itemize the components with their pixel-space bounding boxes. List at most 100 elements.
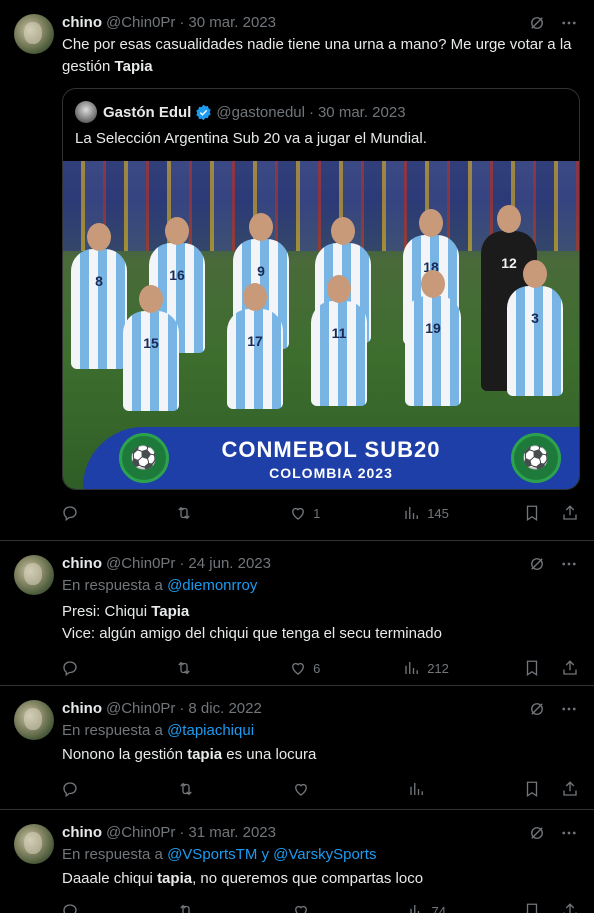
player: 15 — [123, 285, 179, 411]
retweet-icon — [175, 504, 193, 522]
reply-to-link[interactable]: @diemonrroy — [167, 577, 257, 594]
bookmark-icon — [523, 504, 541, 522]
view-count: 74 — [431, 903, 446, 913]
tweet-date[interactable]: 24 jun. 2023 — [188, 553, 271, 575]
retweet-button[interactable] — [177, 902, 217, 913]
reply-to-link[interactable]: @tapiachiqui — [167, 722, 254, 739]
tweet[interactable]: chino @Chin0Pr · 30 mar. 2023 Che por es… — [0, 0, 594, 541]
quote-date: 30 mar. 2023 — [317, 103, 406, 121]
like-button[interactable]: 1 — [289, 504, 329, 522]
views-icon — [403, 504, 421, 522]
share-icon — [561, 902, 579, 913]
tweet-text-part: , no queremos que compartas loco — [192, 870, 424, 887]
author-name[interactable]: chino — [62, 12, 102, 34]
reply-button[interactable] — [61, 659, 101, 677]
reply-button[interactable] — [61, 902, 101, 913]
quote-author-handle: @gastonedul — [216, 103, 305, 121]
reply-to-link[interactable]: @VSportsTM y @VarskySports — [167, 846, 376, 863]
reply-button[interactable] — [61, 504, 101, 522]
share-button[interactable] — [561, 659, 579, 677]
reply-context: En respuesta a @diemonrroy — [62, 575, 578, 597]
separator: · — [179, 824, 185, 841]
grok-icon[interactable] — [528, 824, 546, 842]
avatar[interactable] — [14, 824, 54, 864]
author-handle[interactable]: @Chin0Pr — [106, 822, 175, 844]
like-button[interactable] — [292, 780, 332, 798]
author-name[interactable]: chino — [62, 822, 102, 844]
share-button[interactable] — [561, 902, 579, 913]
avatar[interactable] — [14, 700, 54, 740]
reply-prefix: En respuesta a — [62, 846, 168, 863]
bookmark-icon — [523, 780, 541, 798]
reply-button[interactable] — [61, 780, 101, 798]
bookmark-button[interactable] — [523, 902, 541, 913]
tweet-text-part: Daaale chiqui — [62, 870, 158, 887]
share-icon — [561, 780, 579, 798]
heart-icon — [289, 659, 307, 677]
view-count: 212 — [427, 660, 449, 676]
reply-icon — [61, 780, 79, 798]
retweet-icon — [177, 902, 195, 913]
player: 19 — [405, 270, 461, 406]
jersey-number: 8 — [95, 273, 103, 289]
reply-icon — [61, 504, 79, 522]
more-icon[interactable] — [560, 14, 578, 32]
tweet-text-line: Vice: algún amigo del chiqui que tenga e… — [62, 625, 442, 642]
separator: · — [308, 103, 314, 121]
tweet-text-highlight: tapia — [187, 746, 223, 763]
author-handle[interactable]: @Chin0Pr — [106, 12, 175, 34]
tweet-text-highlight: Tapia — [151, 603, 190, 620]
grok-icon[interactable] — [528, 14, 546, 32]
avatar[interactable] — [14, 14, 54, 54]
separator: · — [179, 700, 185, 717]
retweet-button[interactable] — [175, 659, 215, 677]
tweet-text-part: Presi: Chiqui — [62, 603, 152, 620]
tweet[interactable]: chino @Chin0Pr · 8 dic. 2022 En respuest… — [0, 686, 594, 810]
like-button[interactable]: 6 — [289, 659, 329, 677]
bookmark-button[interactable] — [523, 504, 541, 522]
tweet-text: Nonono la gestión tapia es una locura — [62, 744, 578, 766]
views-button[interactable]: 74 — [408, 902, 448, 913]
share-icon — [561, 504, 579, 522]
quoted-tweet[interactable]: Gastón Edul @gastonedul · 30 mar. 2023 L… — [62, 88, 580, 490]
player: 17 — [227, 283, 283, 409]
tweet-date[interactable]: 30 mar. 2023 — [188, 12, 276, 34]
tweet-date[interactable]: 31 mar. 2023 — [188, 822, 276, 844]
heart-icon — [292, 902, 310, 913]
tweet-date[interactable]: 8 dic. 2022 — [188, 698, 261, 720]
avatar[interactable] — [14, 555, 54, 595]
team-photo[interactable]: 8 16 9 18 12 15 17 11 19 3 CONMEBOL SUB2… — [63, 161, 579, 489]
retweet-button[interactable] — [175, 504, 215, 522]
share-button[interactable] — [561, 504, 579, 522]
author-handle[interactable]: @Chin0Pr — [106, 553, 175, 575]
author-name[interactable]: chino — [62, 553, 102, 575]
retweet-button[interactable] — [177, 780, 217, 798]
share-button[interactable] — [561, 780, 579, 798]
more-icon[interactable] — [560, 824, 578, 842]
tweet-text: Presi: Chiqui Tapia — [62, 601, 578, 623]
reply-context: En respuesta a @VSportsTM y @VarskySport… — [62, 844, 578, 866]
more-icon[interactable] — [560, 555, 578, 573]
like-count: 1 — [313, 505, 321, 521]
bookmark-button[interactable] — [523, 780, 541, 798]
reply-icon — [61, 902, 79, 913]
tweet[interactable]: chino @Chin0Pr · 31 mar. 2023 En respues… — [0, 810, 594, 913]
player: 11 — [311, 275, 367, 406]
jersey-number: 11 — [331, 325, 347, 341]
views-button[interactable]: 145 — [403, 504, 449, 522]
author-handle[interactable]: @Chin0Pr — [106, 698, 175, 720]
author-name[interactable]: chino — [62, 698, 102, 720]
views-button[interactable]: 212 — [403, 659, 449, 677]
retweet-icon — [177, 780, 195, 798]
views-icon — [403, 659, 421, 677]
like-button[interactable] — [292, 902, 332, 913]
views-button[interactable] — [408, 780, 448, 798]
grok-icon[interactable] — [528, 555, 546, 573]
tweet-actions: 1 145 — [61, 496, 579, 530]
more-icon[interactable] — [560, 700, 578, 718]
views-icon — [408, 780, 426, 798]
view-count: 145 — [427, 505, 449, 521]
grok-icon[interactable] — [528, 700, 546, 718]
tweet[interactable]: chino @Chin0Pr · 24 jun. 2023 En respues… — [0, 541, 594, 686]
bookmark-button[interactable] — [523, 659, 541, 677]
